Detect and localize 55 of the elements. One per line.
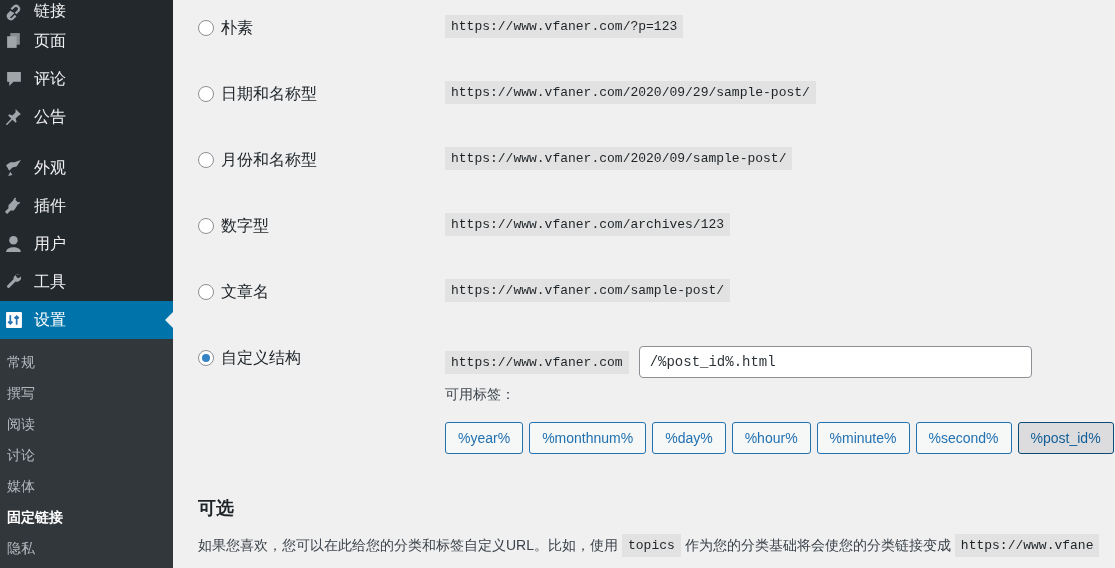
code-text: https://www.vfane	[954, 534, 1100, 557]
tag-button[interactable]: %day%	[652, 422, 726, 454]
code-text: topics	[622, 534, 681, 557]
link-icon	[5, 4, 23, 22]
tag-button[interactable]: %minute%	[816, 422, 910, 454]
radio-button[interactable]	[198, 350, 214, 366]
sidebar-item[interactable]: 公告	[0, 98, 173, 136]
radio-button[interactable]	[198, 152, 214, 168]
submenu-item[interactable]: 讨论	[0, 440, 173, 471]
url-example: https://www.vfaner.com	[445, 350, 629, 374]
submenu-item[interactable]: 固定链接	[0, 502, 173, 533]
comment-icon	[5, 70, 23, 88]
url-example: https://www.vfaner.com/archives/123	[445, 213, 731, 236]
settings-icon	[5, 311, 23, 329]
tag-button[interactable]: %year%	[445, 422, 524, 454]
available-tags-label: 可用标签：	[445, 386, 516, 404]
option-label: 数字型	[221, 215, 269, 236]
wrench-icon	[5, 273, 23, 291]
sidebar-item[interactable]: 设置	[0, 301, 173, 339]
option-label: 日期和名称型	[221, 83, 317, 104]
url-example: https://www.vfaner.com/?p=123	[445, 15, 684, 38]
submenu-item[interactable]: 媒体	[0, 471, 173, 502]
radio-button[interactable]	[198, 218, 214, 234]
option-label: 月份和名称型	[221, 149, 317, 170]
sidebar-item[interactable]: 外观	[0, 149, 173, 187]
option-label: 自定义结构	[221, 347, 301, 368]
submenu-item[interactable]: 隐私	[0, 533, 173, 564]
pin-icon	[5, 108, 23, 126]
sidebar-item[interactable]: 插件	[0, 187, 173, 225]
user-icon	[5, 235, 23, 253]
radio-button[interactable]	[198, 284, 214, 300]
description-text: 作为您的分类基础将会使您的分类链接变成	[684, 536, 951, 555]
submenu-item[interactable]: 常规	[0, 347, 173, 378]
tag-button[interactable]: %hour%	[731, 422, 811, 454]
tag-button[interactable]: %post_id%	[1017, 422, 1114, 454]
input-field[interactable]: /%post_id%.html	[638, 346, 1032, 378]
url-example: https://www.vfaner.com/2020/09/29/sample-post/	[445, 81, 816, 104]
section-heading: 可选	[198, 497, 235, 520]
option-label: 朴素	[221, 17, 253, 38]
sidebar-item[interactable]: 页面	[0, 22, 173, 60]
radio-button[interactable]	[198, 86, 214, 102]
sidebar-item[interactable]: 链接	[0, 0, 173, 22]
submenu-item[interactable]: 阅读	[0, 409, 173, 440]
url-example: https://www.vfaner.com/2020/09/sample-post/	[445, 147, 793, 170]
radio-button[interactable]	[198, 20, 214, 36]
url-example: https://www.vfaner.com/sample-post/	[445, 279, 731, 302]
option-label: 文章名	[221, 281, 269, 302]
sidebar-item[interactable]: 工具	[0, 263, 173, 301]
pages-icon	[5, 32, 23, 50]
sidebar-item[interactable]: 用户	[0, 225, 173, 263]
tag-button[interactable]: %second%	[915, 422, 1012, 454]
submenu-item[interactable]: 撰写	[0, 378, 173, 409]
description-text: 如果您喜欢，您可以在此给您的分类和标签自定义URL。比如，使用	[198, 536, 618, 555]
tag-button[interactable]: %monthnum%	[529, 422, 647, 454]
sidebar-item[interactable]: 评论	[0, 60, 173, 98]
